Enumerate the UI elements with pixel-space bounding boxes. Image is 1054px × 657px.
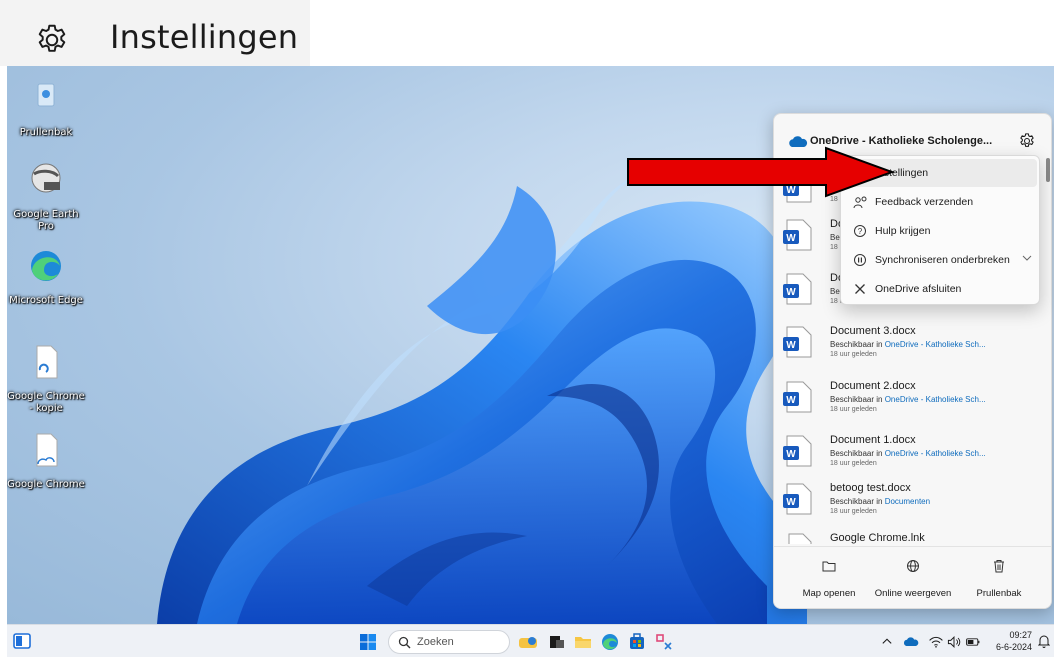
recycle-bin-button[interactable]: Prullenbak — [956, 559, 1042, 599]
svg-text:W: W — [786, 287, 796, 298]
svg-text:W: W — [786, 233, 796, 244]
help-icon: ? — [854, 225, 866, 237]
word-document-icon: W — [783, 483, 812, 515]
view-online-button[interactable]: Online weergeven — [870, 559, 956, 599]
volume-icon[interactable] — [946, 632, 962, 652]
svg-text:W: W — [786, 449, 796, 460]
svg-text:?: ? — [858, 227, 863, 236]
gear-icon — [38, 24, 66, 52]
gear-icon[interactable] — [1018, 132, 1036, 150]
search-icon — [398, 636, 411, 649]
word-document-icon: W — [783, 326, 812, 358]
menu-item-pause-sync[interactable]: Synchroniseren onderbreken — [845, 246, 1037, 274]
globe-icon — [907, 560, 919, 572]
svg-text:W: W — [786, 497, 796, 508]
copilot-highlight-icon[interactable] — [518, 632, 538, 652]
desktop-icon-microsoft-edge[interactable]: Microsoft Edge — [7, 246, 85, 307]
taskbar: Zoeken 09:27 6-6-2024 — [7, 624, 1054, 657]
desktop-icon-recycle-bin[interactable]: Prullenbak — [7, 78, 85, 139]
snipping-tool-icon[interactable] — [654, 632, 674, 652]
file-list-item[interactable]: Google Chrome.lnk — [774, 526, 1044, 544]
trash-icon — [994, 560, 1004, 573]
desktop-icon-google-earth-pro[interactable]: Google Earth Pro — [7, 160, 85, 233]
scrollbar-thumb[interactable] — [1046, 158, 1050, 182]
svg-text:W: W — [786, 340, 796, 351]
word-document-icon: W — [783, 381, 812, 413]
microsoft-store-icon[interactable] — [627, 632, 647, 652]
file-shortcut-icon — [36, 345, 58, 379]
folder-icon — [822, 561, 836, 572]
file-list-item[interactable]: W Document 3.docx Beschikbaar in OneDriv… — [774, 319, 1044, 377]
open-folder-button[interactable]: Map openen — [786, 559, 872, 599]
chevron-down-icon — [1022, 255, 1032, 261]
chevron-up-icon[interactable] — [880, 632, 894, 652]
file-icon — [788, 533, 812, 544]
taskbar-search[interactable]: Zoeken — [388, 630, 510, 654]
desktop-icon-google-chrome-kopie[interactable]: Google Chrome - kopie — [7, 342, 85, 415]
close-icon — [855, 284, 865, 294]
word-document-icon: W — [783, 219, 812, 251]
onedrive-tray-icon[interactable] — [903, 632, 919, 652]
notification-bell-icon[interactable] — [1038, 634, 1050, 648]
desktop-icon-google-chrome[interactable]: Google Chrome — [7, 430, 85, 491]
task-view-icon[interactable] — [547, 632, 567, 652]
google-earth-icon — [31, 163, 61, 193]
svg-text:W: W — [786, 395, 796, 406]
widgets-icon[interactable] — [13, 632, 31, 650]
menu-item-quit-onedrive[interactable]: OneDrive afsluiten — [845, 275, 1037, 303]
word-document-icon: W — [783, 273, 812, 305]
clock[interactable]: 09:27 6-6-2024 — [992, 629, 1032, 653]
recycle-bin-icon — [37, 83, 55, 107]
file-shortcut-icon — [36, 433, 58, 467]
edge-icon — [31, 251, 61, 281]
file-list-item[interactable]: W Document 2.docx Beschikbaar in OneDriv… — [774, 374, 1044, 432]
onedrive-footer: Map openen Online weergeven Prullenbak — [774, 546, 1051, 608]
screenshot: Instellingen Prullenbak Google Earth Pro… — [0, 0, 1054, 657]
word-document-icon: W — [783, 435, 812, 467]
battery-icon[interactable] — [965, 632, 981, 652]
wifi-icon[interactable] — [928, 632, 944, 652]
menu-item-get-help[interactable]: ? Hulp krijgen — [845, 217, 1037, 245]
page-title: Instellingen — [110, 18, 299, 56]
red-arrow-annotation — [627, 146, 895, 198]
file-explorer-icon[interactable] — [573, 632, 593, 652]
edge-icon[interactable] — [600, 632, 620, 652]
settings-header: Instellingen — [0, 0, 310, 66]
pause-icon — [854, 254, 866, 266]
start-button-icon[interactable] — [359, 633, 377, 651]
